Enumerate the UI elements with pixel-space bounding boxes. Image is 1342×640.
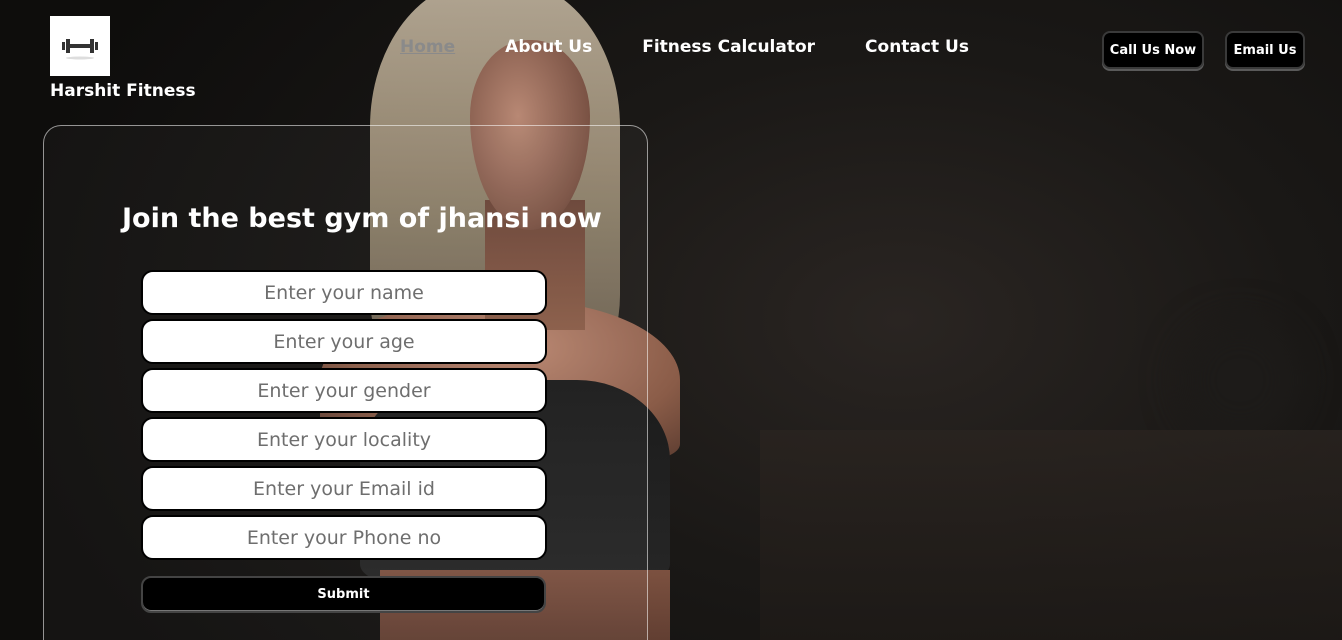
age-input[interactable] — [141, 319, 547, 364]
background-object — [1180, 320, 1300, 440]
main-nav: Home About Us Fitness Calculator Contact… — [400, 37, 1019, 57]
brand-name: Harshit Fitness — [50, 81, 196, 101]
nav-about-us[interactable]: About Us — [505, 37, 592, 57]
nav-home[interactable]: Home — [400, 37, 455, 57]
locality-input[interactable] — [141, 417, 547, 462]
email-input[interactable] — [141, 466, 547, 511]
email-us-button[interactable]: Email Us — [1225, 31, 1305, 69]
form-title: Join the best gym of jhansi now — [122, 203, 602, 234]
name-input[interactable] — [141, 270, 547, 315]
phone-input[interactable] — [141, 515, 547, 560]
dumbbell-icon — [62, 39, 98, 60]
logo[interactable] — [50, 16, 110, 76]
background-bench — [760, 430, 1342, 640]
nav-fitness-calculator[interactable]: Fitness Calculator — [642, 37, 815, 57]
nav-contact-us[interactable]: Contact Us — [865, 37, 969, 57]
submit-button[interactable]: Submit — [141, 576, 546, 613]
gender-input[interactable] — [141, 368, 547, 413]
call-us-button[interactable]: Call Us Now — [1102, 31, 1204, 69]
